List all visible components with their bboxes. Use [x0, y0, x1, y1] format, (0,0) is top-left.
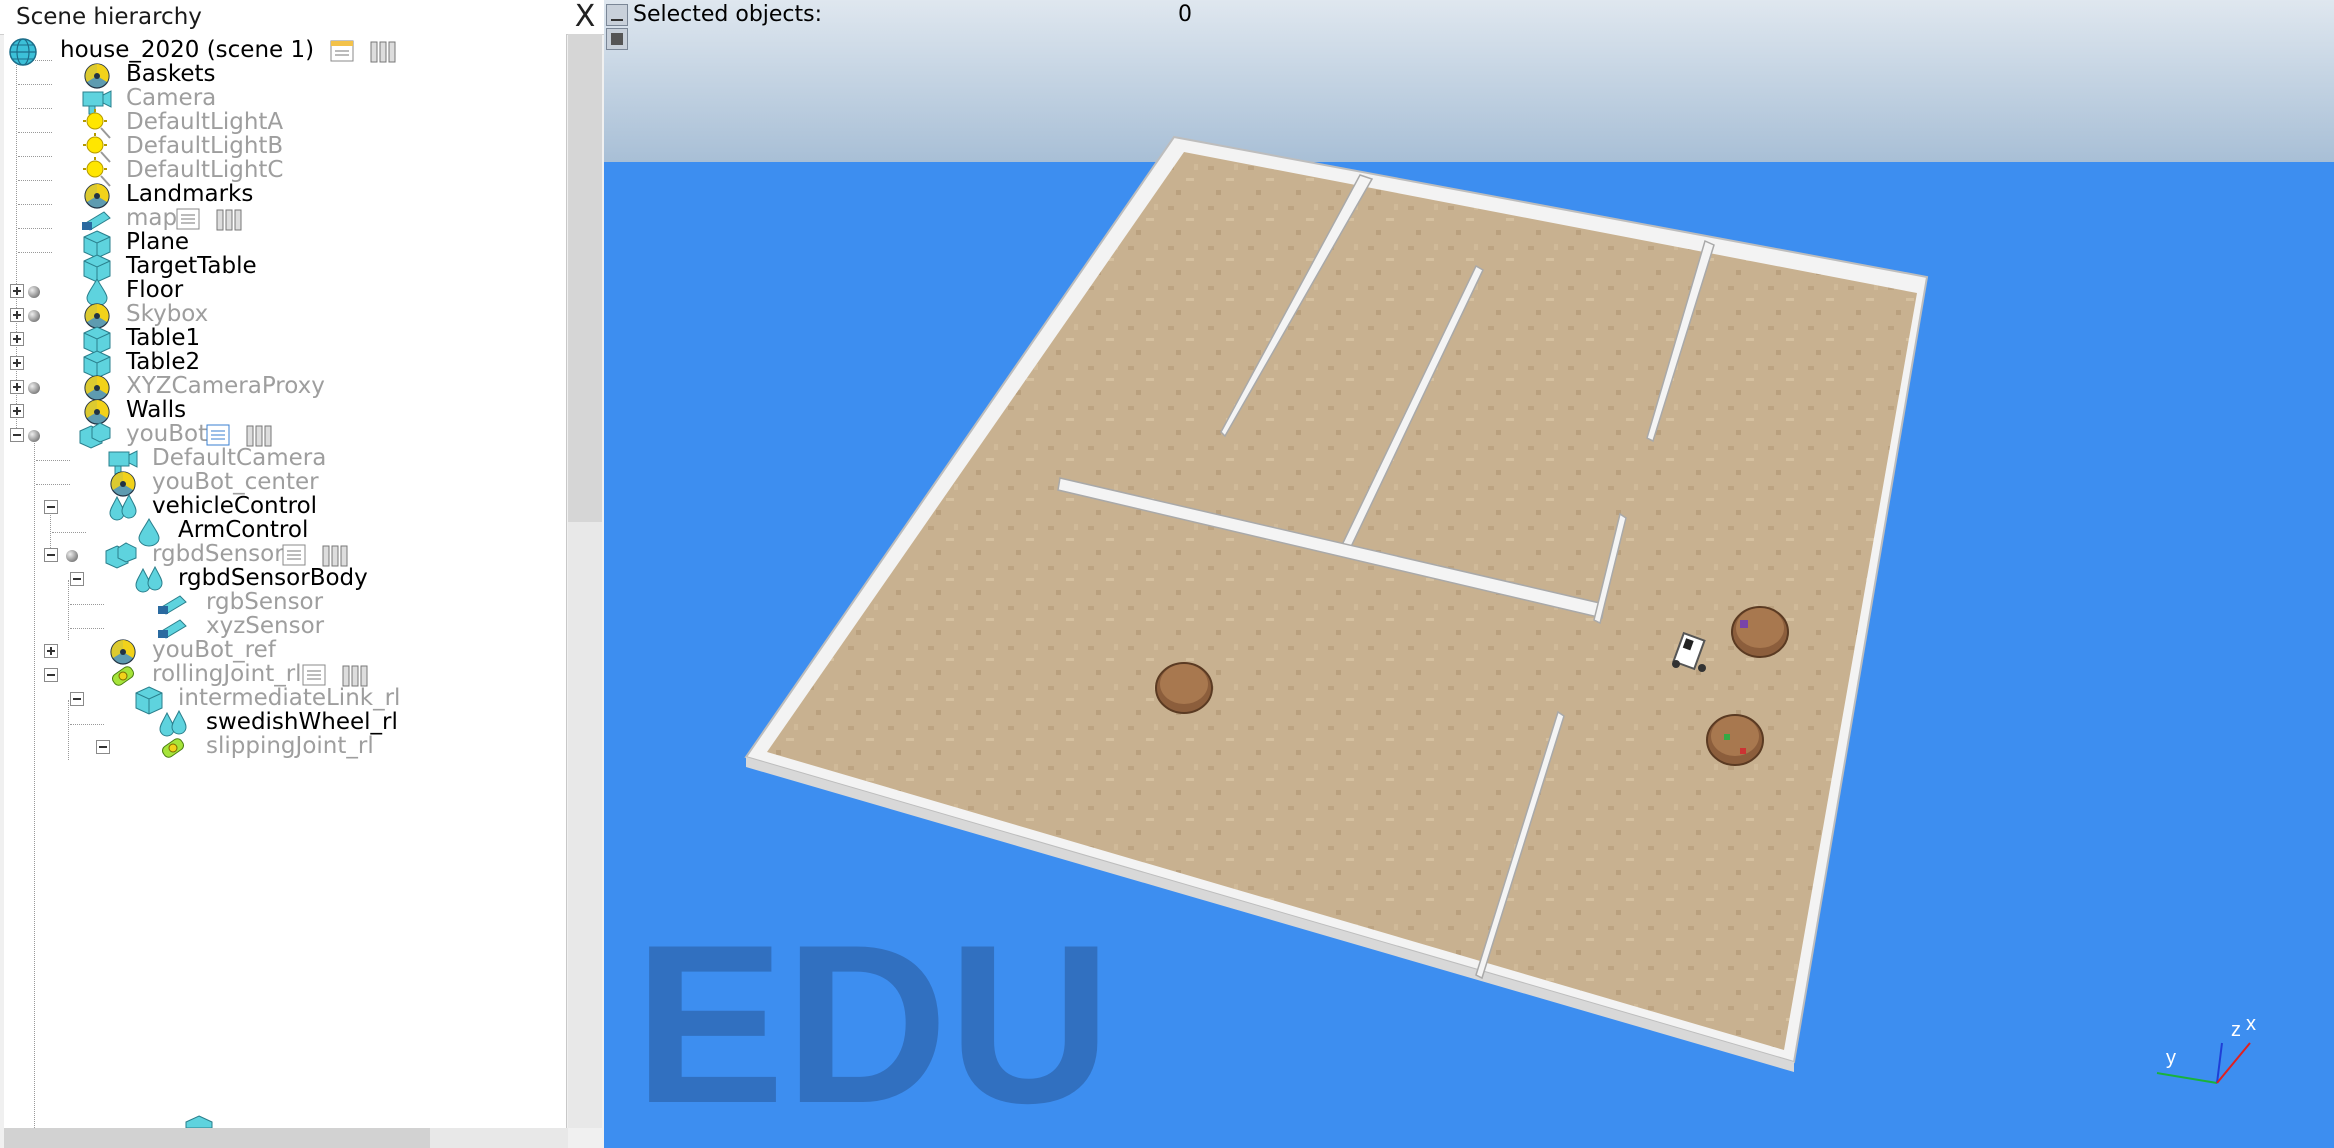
expand-icon[interactable]	[44, 644, 58, 658]
tree-line	[18, 84, 52, 85]
tree-line	[70, 724, 104, 725]
tree-item-label: map	[126, 205, 178, 231]
tree-line	[18, 132, 52, 133]
tree-item-label: DefaultLightA	[126, 109, 284, 135]
tree-line	[36, 460, 70, 461]
tree-item-label: Camera	[126, 85, 217, 111]
expand-icon[interactable]	[10, 284, 24, 298]
tree-line	[36, 484, 70, 485]
customization-script-icon[interactable]	[214, 206, 244, 234]
tree-line	[18, 156, 52, 157]
tree-line	[18, 228, 52, 229]
expand-icon[interactable]	[10, 332, 24, 346]
axis-label-z: z	[2231, 1019, 2241, 1041]
tree-item-label: youBot_center	[152, 469, 319, 495]
tree-item-label: DefaultCamera	[152, 445, 327, 471]
collapse-icon[interactable]	[44, 548, 58, 562]
tree-item-label: rgbdSensor	[152, 541, 284, 567]
shape-icon	[185, 1115, 213, 1128]
expand-icon[interactable]	[10, 404, 24, 418]
watermark: EDU	[634, 897, 1111, 1148]
tree-item-label: Floor	[126, 277, 184, 303]
tree-line	[18, 108, 52, 109]
tree-item-label: vehicleControl	[152, 493, 318, 519]
globe-icon	[9, 38, 37, 66]
tree-item-label: Landmarks	[126, 181, 254, 207]
tree-item-label: rollingJoint_rl	[152, 661, 302, 687]
collapse-icon[interactable]	[96, 740, 110, 754]
tree-line	[70, 628, 104, 629]
tree-line	[18, 180, 52, 181]
tree-item-label: xyzSensor	[206, 613, 325, 639]
selected-objects-count: 0	[1178, 2, 1192, 27]
scene-hierarchy-panel: Scene hierarchy X house_2020 (scene 1) B…	[0, 0, 604, 1148]
vertical-scrollbar[interactable]	[568, 34, 602, 1128]
tree-item-label: Plane	[126, 229, 190, 255]
model-icon	[28, 286, 40, 298]
collapse-icon[interactable]	[44, 668, 58, 682]
model-icon	[28, 382, 40, 394]
joint-icon	[162, 738, 184, 758]
tree-item-label: slippingJoint_rl	[206, 733, 374, 759]
tree-item-label: intermediateLink_rl	[178, 685, 401, 711]
scene-tree[interactable]: house_2020 (scene 1) Baskets Camera Defa…	[4, 34, 567, 1128]
expand-icon[interactable]	[10, 380, 24, 394]
script-icon[interactable]	[328, 38, 358, 66]
tree-item-label: rgbdSensorBody	[178, 565, 368, 591]
collapse-icon[interactable]	[70, 692, 84, 706]
tree-item-label: XYZCameraProxy	[126, 373, 325, 399]
tree-item-label: TargetTable	[126, 253, 257, 279]
tree-line	[34, 436, 35, 1128]
axis-label-y: y	[2166, 1047, 2176, 1069]
tree-item-label: ArmControl	[178, 517, 309, 543]
basket-3[interactable]	[1706, 714, 1764, 766]
tree-item-label: Baskets	[126, 61, 216, 87]
panel-title-bar: Scene hierarchy X	[0, 0, 604, 35]
expand-icon[interactable]	[10, 356, 24, 370]
selected-objects-label: Selected objects:	[633, 2, 823, 27]
scrollbar-thumb[interactable]	[568, 34, 602, 522]
tree-item-label: Table2	[126, 349, 201, 375]
tree-line	[16, 52, 17, 432]
collapse-icon[interactable]	[44, 500, 58, 514]
collapse-icon[interactable]	[10, 428, 24, 442]
minimize-info-button[interactable]	[606, 4, 628, 26]
tree-item-label: swedishWheel_rl	[206, 709, 398, 735]
tree-line	[18, 204, 52, 205]
close-icon[interactable]: X	[570, 2, 600, 32]
panel-title: Scene hierarchy	[16, 4, 202, 30]
tree-line	[18, 252, 52, 253]
tree-item-label: Table1	[126, 325, 201, 351]
tree-line	[68, 700, 69, 760]
collapse-icon[interactable]	[70, 572, 84, 586]
model-icon	[28, 310, 40, 322]
tree-item-label: Walls	[126, 397, 187, 423]
scene-render[interactable]: EDU y z x	[604, 0, 2334, 1148]
axis-label-x: x	[2246, 1013, 2256, 1035]
model-icon	[28, 430, 40, 442]
basket-1[interactable]	[1155, 662, 1213, 714]
scene-viewport[interactable]: EDU y z x Selected objects: 0	[604, 0, 2334, 1148]
expand-icon[interactable]	[10, 308, 24, 322]
tree-item-label: rgbSensor	[206, 589, 324, 615]
model-icon	[66, 550, 78, 562]
tree-line	[50, 508, 51, 548]
toggle-info-button[interactable]	[606, 28, 628, 50]
tree-line	[52, 532, 86, 533]
tree-item-label: youBot_ref	[152, 637, 276, 663]
horizontal-scrollbar[interactable]	[4, 1128, 568, 1148]
basket-2[interactable]	[1731, 606, 1789, 658]
tree-item-label: DefaultLightB	[126, 133, 284, 159]
tree-item-label: Skybox	[126, 301, 209, 327]
tree-item-label: DefaultLightC	[126, 157, 284, 183]
customization-script-icon[interactable]	[368, 38, 398, 66]
tree-line	[68, 580, 69, 640]
sky-gradient	[604, 0, 2334, 162]
scrollbar-thumb[interactable]	[4, 1128, 430, 1148]
tree-line	[70, 604, 104, 605]
